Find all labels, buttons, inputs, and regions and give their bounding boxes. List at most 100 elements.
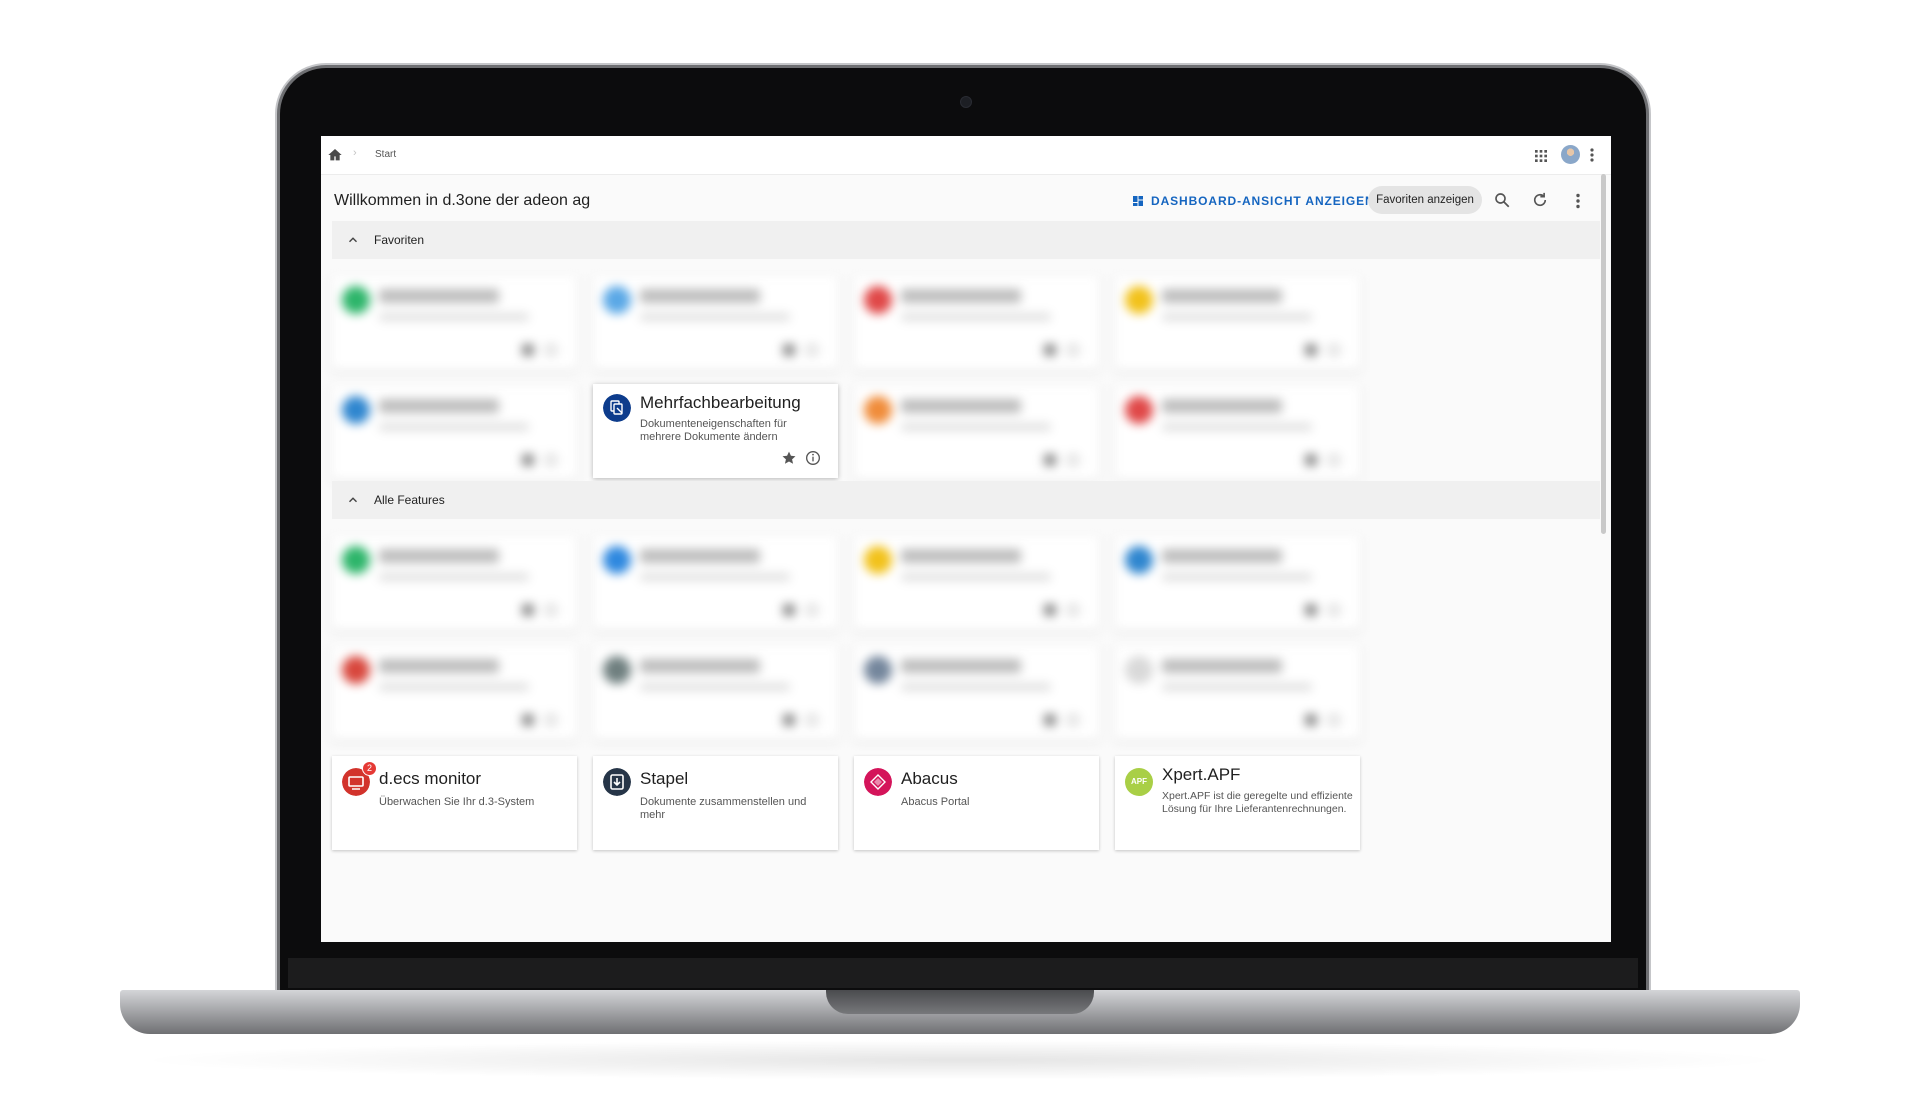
info-icon[interactable] <box>806 344 818 356</box>
info-icon[interactable] <box>1067 344 1079 356</box>
blurred-subtitle <box>1162 683 1312 691</box>
scrollbar[interactable] <box>1601 174 1606 534</box>
feature-icon <box>603 656 631 684</box>
blurred-subtitle <box>1162 313 1312 321</box>
feature-card-blurred[interactable] <box>332 276 577 370</box>
star-icon[interactable] <box>1044 714 1056 726</box>
blurred-title <box>640 289 760 303</box>
card-title: Stapel <box>640 769 689 788</box>
star-icon[interactable] <box>781 450 797 466</box>
feature-card-blurred[interactable] <box>1115 536 1360 630</box>
star-icon[interactable] <box>783 714 795 726</box>
feature-card-blurred[interactable] <box>332 386 577 480</box>
feature-card-blurred[interactable] <box>1115 386 1360 480</box>
feature-card-blurred[interactable] <box>854 386 1099 480</box>
feature-icon <box>864 396 892 424</box>
info-icon[interactable] <box>1328 714 1340 726</box>
dashboard-view-button[interactable]: DASHBOARD-ANSICHT ANZEIGEN <box>1132 188 1375 214</box>
blurred-title <box>379 399 499 413</box>
info-icon[interactable] <box>1067 454 1079 466</box>
feature-card-blurred[interactable] <box>593 276 838 370</box>
info-icon[interactable] <box>806 714 818 726</box>
apf-logo-icon: APF <box>1125 768 1153 796</box>
app-screen: › Start Willkommen in d.3one der adeon a… <box>321 136 1611 942</box>
blurred-title <box>1162 399 1282 413</box>
star-icon[interactable] <box>1044 454 1056 466</box>
info-icon[interactable] <box>545 714 557 726</box>
blurred-subtitle <box>379 313 529 321</box>
feature-card-blurred[interactable] <box>854 276 1099 370</box>
info-icon[interactable] <box>1067 604 1079 616</box>
info-icon[interactable] <box>1328 604 1340 616</box>
more-vert-icon[interactable] <box>1586 147 1598 163</box>
feature-card-blurred[interactable] <box>1115 276 1360 370</box>
info-icon[interactable] <box>545 454 557 466</box>
feature-card-blurred[interactable] <box>593 646 838 740</box>
section-favorites[interactable]: Favoriten <box>332 221 1600 259</box>
blurred-title <box>379 659 499 673</box>
blurred-subtitle <box>379 423 529 431</box>
info-icon[interactable] <box>1328 454 1340 466</box>
feature-card-blurred[interactable] <box>593 536 838 630</box>
feature-card-blurred[interactable] <box>854 536 1099 630</box>
card-subtitle: Xpert.APF ist die geregelte und effizien… <box>1162 790 1353 815</box>
feature-card-xpert-apf[interactable]: APF Xpert.APF Xpert.APF ist die geregelt… <box>1115 756 1360 850</box>
multi-edit-icon <box>603 394 631 422</box>
star-icon[interactable] <box>783 604 795 616</box>
feature-card-abacus[interactable]: Abacus Abacus Portal <box>854 756 1099 850</box>
home-icon[interactable] <box>327 147 343 163</box>
breadcrumb-current[interactable]: Start <box>375 149 396 160</box>
feature-icon <box>864 286 892 314</box>
dashboard-view-label: DASHBOARD-ANSICHT ANZEIGEN <box>1151 194 1375 208</box>
refresh-icon[interactable] <box>1531 191 1549 209</box>
stack-icon <box>603 768 631 796</box>
feature-card-stapel[interactable]: Stapel Dokumente zusammenstellen und meh… <box>593 756 838 850</box>
card-subtitle: Abacus Portal <box>901 796 970 808</box>
feature-icon <box>864 546 892 574</box>
info-icon[interactable] <box>545 344 557 356</box>
card-subtitle: Dokumente zusammenstellen und mehr <box>640 796 807 821</box>
info-icon[interactable] <box>806 604 818 616</box>
dashboard-icon <box>1133 196 1143 206</box>
feature-icon <box>342 546 370 574</box>
feature-card-mehrfachbearbeitung[interactable]: Mehrfachbearbeitung Dokumenteneigenschaf… <box>593 384 838 478</box>
star-icon[interactable] <box>522 344 534 356</box>
info-icon[interactable] <box>805 450 821 466</box>
star-icon[interactable] <box>522 454 534 466</box>
feature-card-decs-monitor[interactable]: 2 d.ecs monitor Überwachen Sie Ihr d.3-S… <box>332 756 577 850</box>
blurred-subtitle <box>640 683 790 691</box>
info-icon[interactable] <box>545 604 557 616</box>
star-icon[interactable] <box>1305 344 1317 356</box>
section-all-features[interactable]: Alle Features <box>332 481 1600 519</box>
info-icon[interactable] <box>1067 714 1079 726</box>
star-icon[interactable] <box>522 604 534 616</box>
star-icon[interactable] <box>1305 454 1317 466</box>
search-icon[interactable] <box>1493 191 1511 209</box>
feature-icon <box>864 656 892 684</box>
star-icon[interactable] <box>522 714 534 726</box>
apps-grid-icon[interactable] <box>1533 148 1549 164</box>
feature-card-blurred[interactable] <box>332 536 577 630</box>
chevron-up-icon <box>349 497 357 503</box>
feature-card-blurred[interactable] <box>854 646 1099 740</box>
feature-icon <box>342 396 370 424</box>
star-icon[interactable] <box>1305 714 1317 726</box>
feature-icon <box>1125 396 1153 424</box>
blurred-title <box>379 549 499 563</box>
star-icon[interactable] <box>1044 604 1056 616</box>
star-icon[interactable] <box>783 344 795 356</box>
blurred-title <box>901 289 1021 303</box>
star-icon[interactable] <box>1305 604 1317 616</box>
feature-icon <box>1125 546 1153 574</box>
blurred-subtitle <box>379 573 529 581</box>
more-options-icon[interactable] <box>1571 192 1585 210</box>
star-icon[interactable] <box>1044 344 1056 356</box>
user-avatar[interactable] <box>1561 145 1580 164</box>
info-icon[interactable] <box>1328 344 1340 356</box>
feature-card-blurred[interactable] <box>332 646 577 740</box>
show-favorites-toggle[interactable]: Favoriten anzeigen <box>1368 186 1482 214</box>
laptop-bezel <box>288 958 1638 988</box>
feature-icon <box>1125 656 1153 684</box>
card-title: Mehrfachbearbeitung <box>640 393 801 412</box>
feature-card-blurred[interactable] <box>1115 646 1360 740</box>
